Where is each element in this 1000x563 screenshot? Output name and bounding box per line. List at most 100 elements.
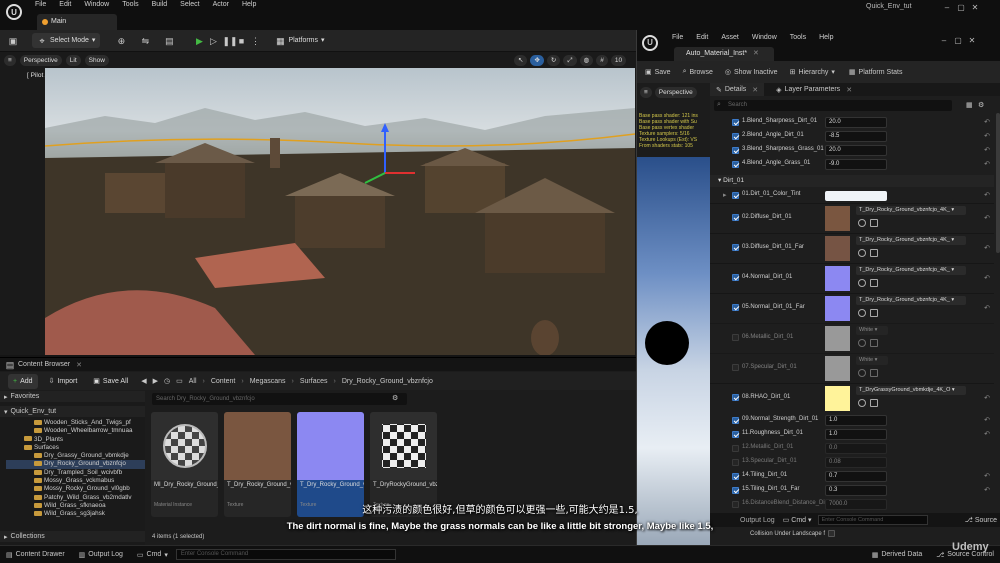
texture-dropdown[interactable]: T_Dry_Rocky_Ground_vbznfcjo_4K_ ▾ xyxy=(856,206,966,215)
hierarchy-button[interactable]: ⊞ Hierarchy ▾ xyxy=(790,68,835,77)
output-log-button[interactable]: ▥ Output Log xyxy=(79,551,123,559)
param-checkbox[interactable] xyxy=(732,274,739,281)
play-icon[interactable]: ▶ xyxy=(194,36,204,46)
param-checkbox[interactable] xyxy=(732,133,739,140)
param-value-input[interactable]: 0.08 xyxy=(825,457,887,468)
param-value-input[interactable]: 0.3 xyxy=(825,485,887,496)
tab-main[interactable]: Main xyxy=(37,14,117,30)
param-checkbox[interactable] xyxy=(732,445,739,452)
close-tab-icon[interactable]: ✕ xyxy=(753,50,759,57)
reset-icon[interactable]: ↶ xyxy=(984,416,990,424)
reset-icon[interactable]: ↶ xyxy=(984,486,990,494)
reset-icon[interactable]: ↶ xyxy=(984,191,990,199)
param-checkbox[interactable] xyxy=(732,214,739,221)
asset-search-input[interactable]: Search Dry_Rocky_Ground_vbznfcjo xyxy=(152,393,407,405)
reset-icon[interactable]: ↶ xyxy=(984,430,990,438)
browse-icon[interactable] xyxy=(858,219,866,227)
use-selected-icon[interactable] xyxy=(870,369,878,377)
close-tab-icon[interactable]: ✕ xyxy=(76,361,82,369)
grid-snap-icon[interactable]: # xyxy=(596,55,608,66)
param-value-input[interactable]: -8.5 xyxy=(825,131,887,142)
close-icon[interactable]: ✕ xyxy=(968,3,982,12)
param-value-input[interactable]: -9.0 xyxy=(825,159,887,170)
browse-icon[interactable] xyxy=(858,369,866,377)
menu-edit[interactable]: Edit xyxy=(59,1,71,8)
breadcrumb-surfaces[interactable]: Surfaces xyxy=(300,378,328,385)
texture-dropdown[interactable]: White ▾ xyxy=(856,356,888,365)
property-matrix-icon[interactable]: ▦ xyxy=(966,101,973,109)
save-all-button[interactable]: ▣ Save All xyxy=(88,374,133,389)
tab-material-instance[interactable]: Auto_Material_Inst* ✕ xyxy=(674,47,774,61)
tree-folder[interactable]: Surfaces xyxy=(6,444,145,452)
reset-icon[interactable]: ↶ xyxy=(984,132,990,140)
browse-icon[interactable] xyxy=(858,249,866,257)
details-search-input[interactable]: Search xyxy=(714,100,952,111)
menu-select[interactable]: Select xyxy=(180,1,199,8)
reset-icon[interactable]: ↶ xyxy=(984,304,990,312)
menu-build[interactable]: Build xyxy=(152,1,168,8)
param-value-input[interactable]: 1.0 xyxy=(825,429,887,440)
reset-icon[interactable]: ↶ xyxy=(984,146,990,154)
menu-actor[interactable]: Actor xyxy=(213,1,229,8)
param-value-input[interactable]: 0.0 xyxy=(825,443,887,454)
project-header[interactable]: ▾ Quick_Env_tut xyxy=(0,406,145,417)
reset-icon[interactable]: ↶ xyxy=(984,214,990,222)
import-button[interactable]: ⇩ Import xyxy=(44,374,83,389)
texture-dropdown[interactable]: White ▾ xyxy=(856,326,888,335)
viewport-menu-button[interactable]: ≡ xyxy=(4,55,16,66)
group-header-dirt[interactable]: ▾ Dirt_01 xyxy=(710,175,994,187)
reset-icon[interactable]: ↶ xyxy=(984,160,990,168)
content-drawer-button[interactable]: ▤ Content Drawer xyxy=(6,551,65,559)
save-icon[interactable]: ▣ xyxy=(8,36,18,46)
cinematics-icon[interactable]: ▤ xyxy=(164,36,174,46)
favorites-header[interactable]: ▸ Favorites xyxy=(0,391,145,402)
move-tool-icon[interactable]: ✥ xyxy=(530,55,544,66)
close-icon[interactable]: ✕ xyxy=(965,36,979,45)
browse-icon[interactable] xyxy=(858,309,866,317)
menu-tools[interactable]: Tools xyxy=(122,1,138,8)
param-value-input[interactable]: 20.0 xyxy=(825,117,887,128)
tree-folder[interactable]: Dry_Grassy_Ground_vbmkdje xyxy=(6,452,145,460)
close-tab-icon[interactable]: ✕ xyxy=(846,86,852,94)
use-selected-icon[interactable] xyxy=(870,339,878,347)
param-checkbox[interactable] xyxy=(732,394,739,401)
param-checkbox[interactable] xyxy=(732,459,739,466)
minimize-icon[interactable]: – xyxy=(937,36,951,45)
stop-icon[interactable]: ■ xyxy=(236,36,246,46)
menu-help[interactable]: Help xyxy=(242,1,256,8)
cmd-button[interactable]: ▭ Cmd ▾ xyxy=(137,551,168,559)
show-button[interactable]: Show xyxy=(84,55,109,66)
menu-window[interactable]: Window xyxy=(752,34,777,41)
reset-icon[interactable]: ↶ xyxy=(984,274,990,282)
menu-file[interactable]: File xyxy=(35,1,46,8)
forward-icon[interactable]: ▶ xyxy=(153,377,158,385)
unreal-logo-icon[interactable]: U xyxy=(6,4,22,20)
details-scrollbar[interactable] xyxy=(996,113,1000,253)
color-swatch[interactable] xyxy=(825,191,887,201)
browse-icon[interactable] xyxy=(858,279,866,287)
param-value-input[interactable]: 20.0 xyxy=(825,145,887,156)
filter-icon[interactable]: ⚙ xyxy=(392,394,398,402)
preview-menu-button[interactable]: ≡ xyxy=(640,87,652,98)
breadcrumb-megascans[interactable]: Megascans xyxy=(250,378,286,385)
save-button[interactable]: ▣ Save xyxy=(645,68,671,77)
blueprint-icon[interactable]: ⇋ xyxy=(140,36,150,46)
derived-data-button[interactable]: ▦ Derived Data xyxy=(872,551,922,559)
menu-window[interactable]: Window xyxy=(84,1,109,8)
texture-dropdown[interactable]: T_DryGrassyGround_vbmkdje_4K_O ▾ xyxy=(856,386,966,395)
use-selected-icon[interactable] xyxy=(870,309,878,317)
browse-button[interactable]: ⌕ Browse xyxy=(683,68,713,76)
param-value-input[interactable]: 1.0 xyxy=(825,415,887,426)
param-checkbox[interactable] xyxy=(732,487,739,494)
reset-icon[interactable]: ↶ xyxy=(984,118,990,126)
texture-dropdown[interactable]: T_Dry_Rocky_Ground_vbznfcjo_4K_ ▾ xyxy=(856,296,966,305)
param-checkbox[interactable] xyxy=(732,431,739,438)
select-mode-button[interactable]: ⌖ Select Mode ▾ xyxy=(32,33,101,48)
unreal-logo-icon[interactable]: U xyxy=(642,35,658,51)
tree-folder[interactable]: Dry_Trampled_Soil_wcivbfb xyxy=(6,469,145,477)
pause-icon[interactable]: ❚❚ xyxy=(222,36,237,46)
breadcrumb-current-folder[interactable]: Dry_Rocky_Ground_vbznfcjo xyxy=(342,378,433,385)
tree-folder[interactable]: 3D_Plants xyxy=(6,436,145,444)
reset-icon[interactable]: ↶ xyxy=(984,472,990,480)
show-inactive-button[interactable]: ◎ Show Inactive xyxy=(725,68,778,77)
